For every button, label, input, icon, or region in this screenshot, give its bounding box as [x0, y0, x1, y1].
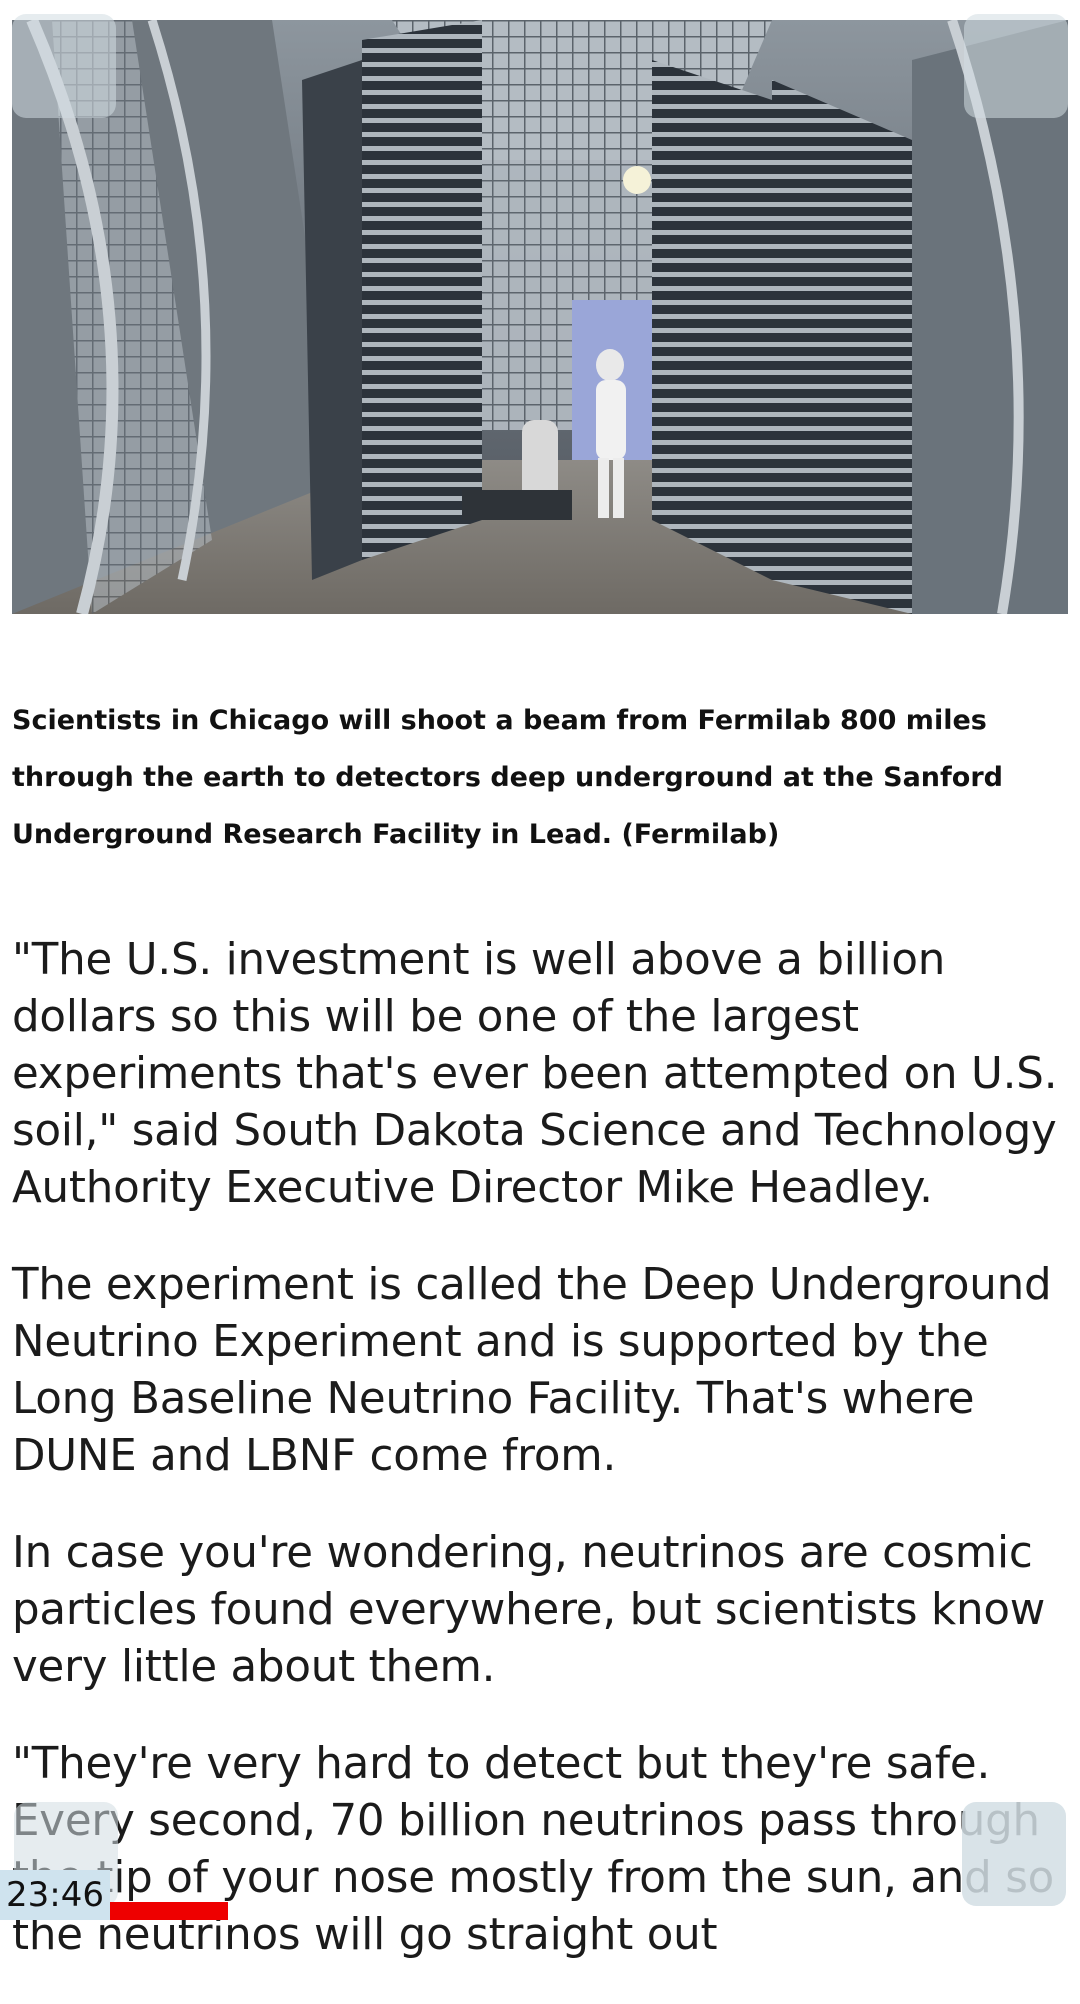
clock-time: 23:46	[0, 1870, 110, 1920]
article-paragraph: The experiment is called the Deep Underg…	[12, 1260, 1052, 1481]
top-left-overlay-button[interactable]	[12, 14, 116, 118]
photo-caption: Scientists in Chicago will shoot a beam …	[12, 705, 1003, 850]
article-body: "The U.S. investment is well above a bil…	[12, 932, 1072, 2004]
article-paragraph: "The U.S. investment is well above a bil…	[12, 935, 1058, 1213]
article-paragraph: In case you're wondering, neutrinos are …	[12, 1528, 1046, 1692]
red-indicator-bar	[108, 1902, 228, 1920]
article-paragraph: "They're very hard to detect but they're…	[12, 1739, 1055, 1960]
photo-fermilab-detector	[12, 20, 1068, 614]
top-right-overlay-button[interactable]	[964, 14, 1068, 118]
bottom-right-overlay-button[interactable]	[962, 1802, 1066, 1906]
article-photo	[12, 20, 1068, 614]
